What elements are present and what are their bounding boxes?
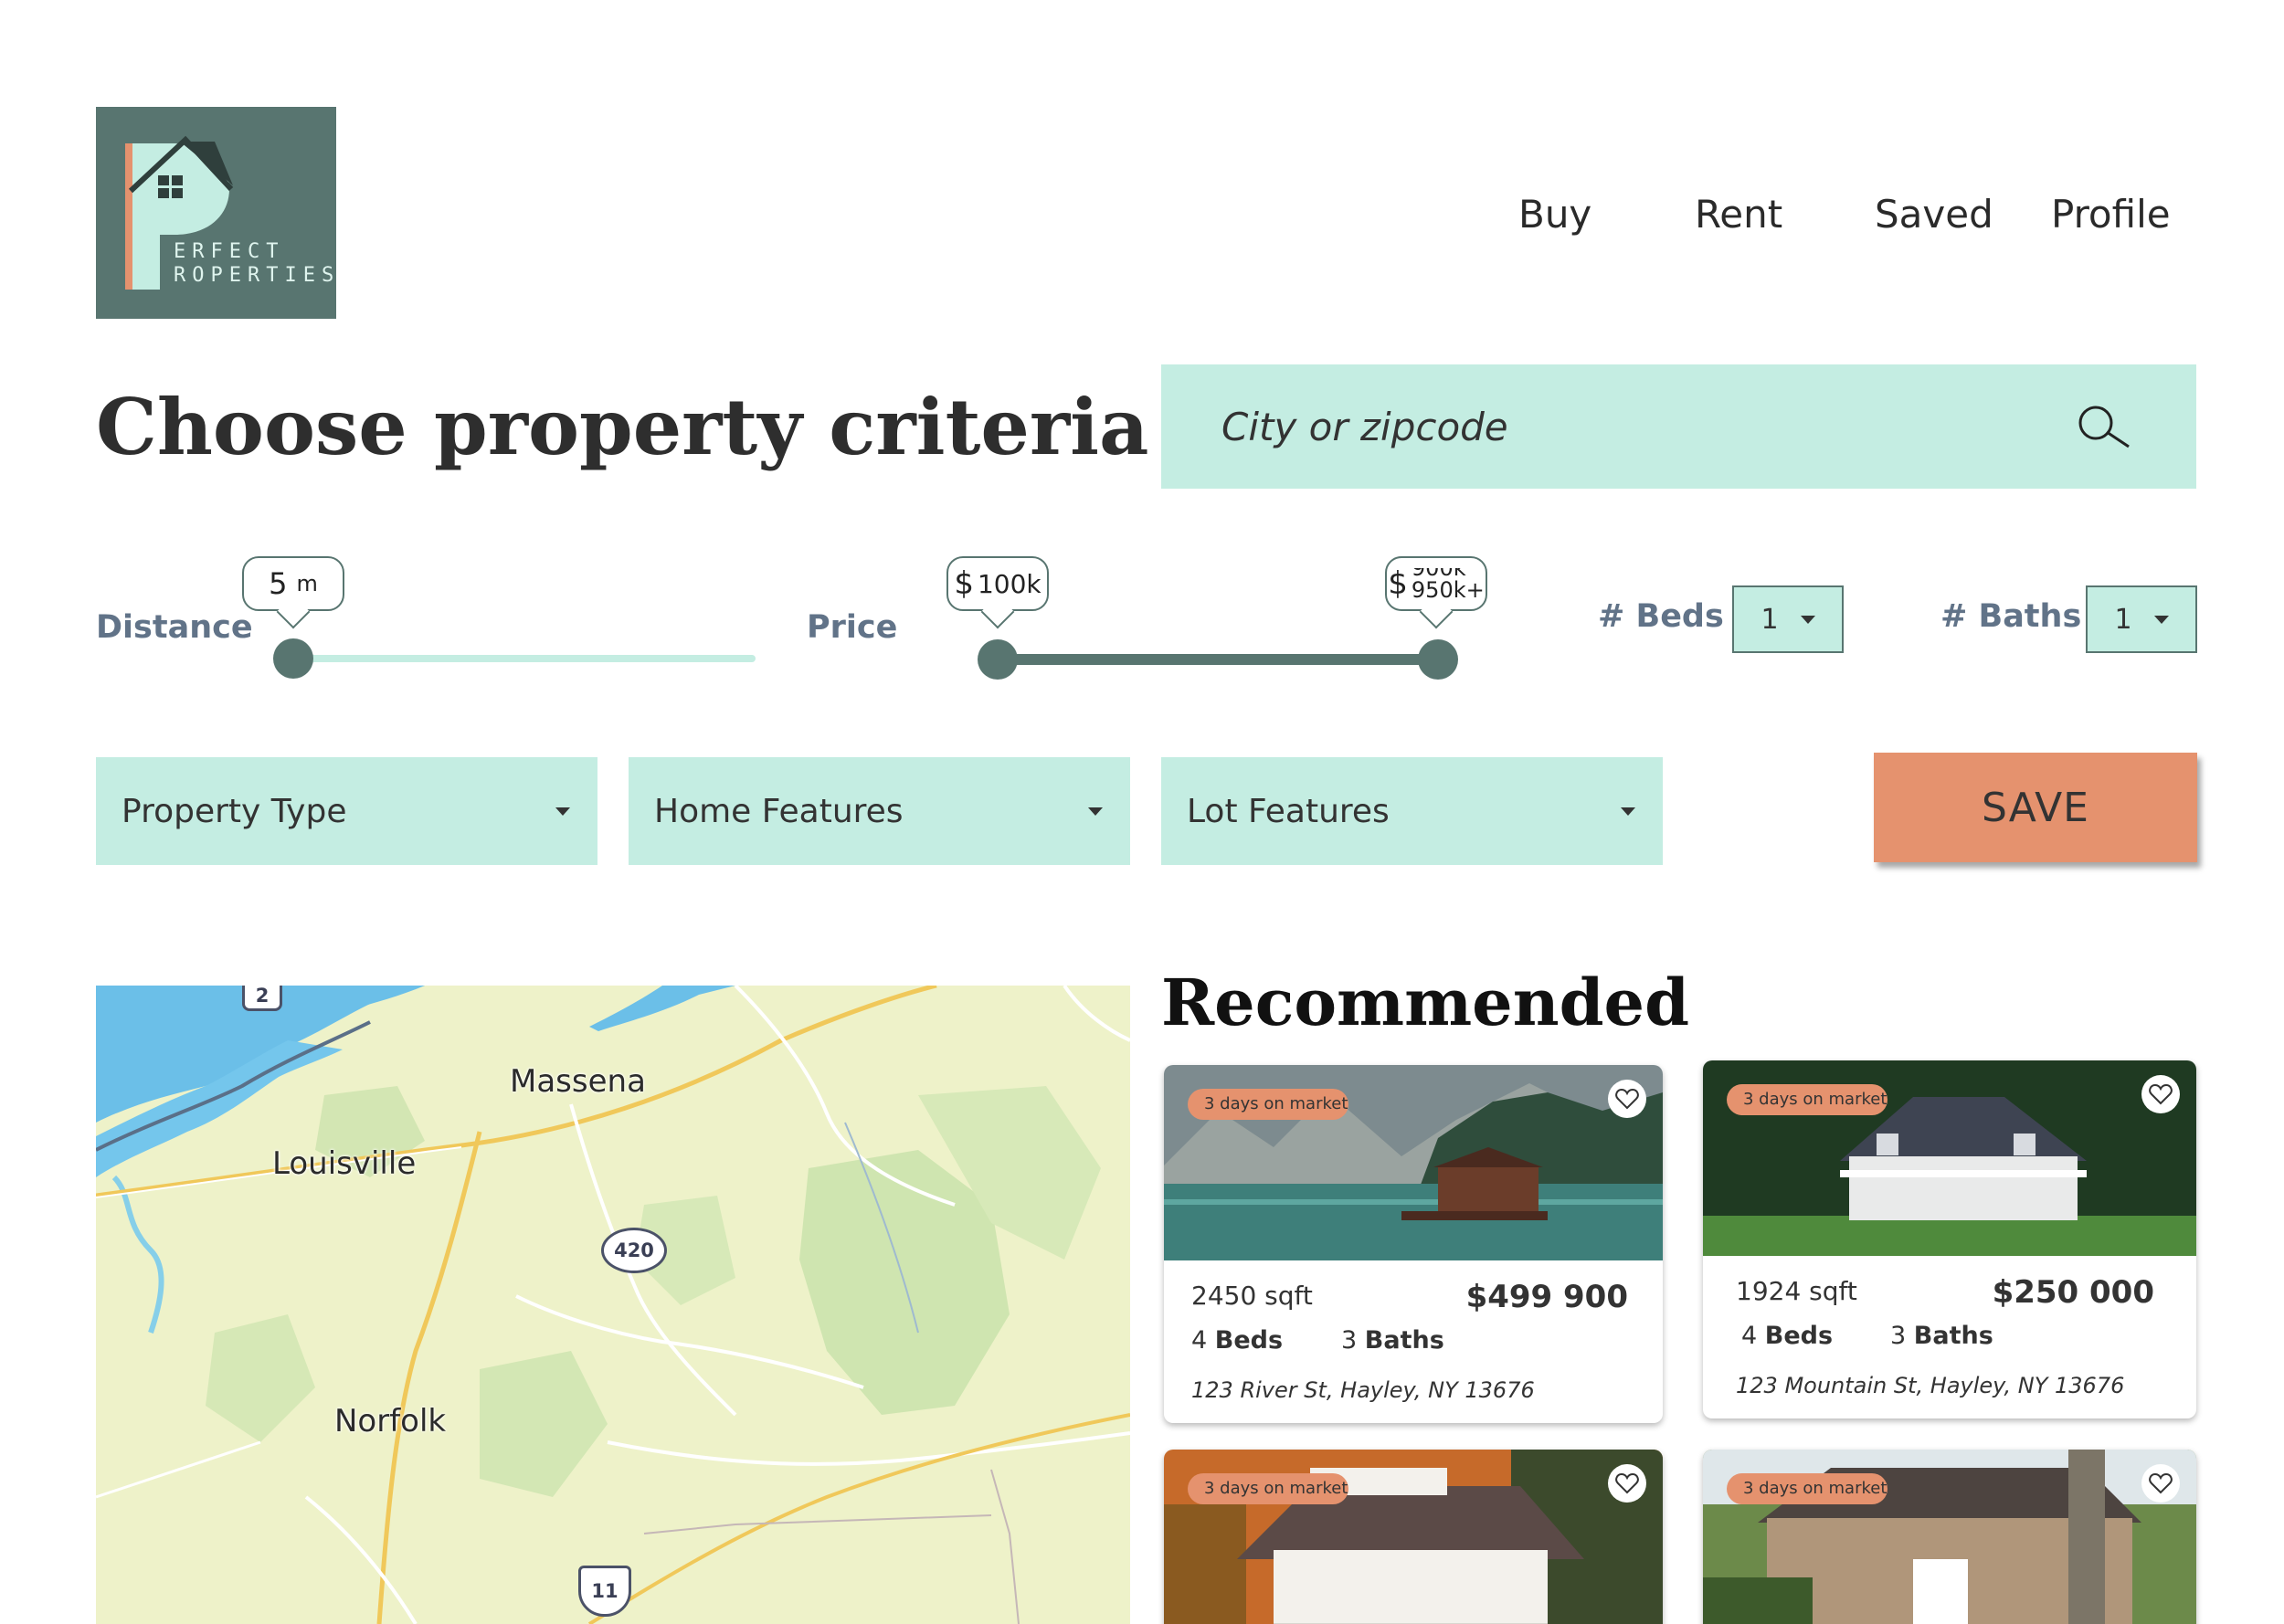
favorite-heart-icon[interactable] (1608, 1464, 1646, 1503)
chevron-down-icon (1088, 807, 1103, 816)
listing-sqft: 2450 sqft (1191, 1281, 1313, 1311)
recommended-title: Recommended (1161, 965, 1690, 1040)
home-features-label: Home Features (654, 792, 904, 830)
search-bar (1161, 364, 2196, 489)
lot-features-dropdown[interactable]: Lot Features (1161, 757, 1663, 865)
nav-buy[interactable]: Buy (1518, 192, 1591, 237)
price-slider-track[interactable] (998, 654, 1438, 665)
listing-price: $499 900 (1465, 1279, 1628, 1315)
home-features-dropdown[interactable]: Home Features (629, 757, 1130, 865)
listing-card[interactable]: 3 days on market (1164, 1450, 1663, 1624)
price-max-handle[interactable] (1418, 639, 1458, 680)
nav-rent[interactable]: Rent (1695, 192, 1782, 237)
route-shield-2: 2 (242, 986, 282, 1011)
listing-address: 123 Mountain St, Hayley, NY 13676 (1736, 1373, 2125, 1398)
route-shield-11: 11 (578, 1566, 631, 1617)
price-label: Price (807, 609, 898, 646)
price-max-values: 900k 950k+ (1412, 568, 1485, 599)
beds-count: 4 (1191, 1326, 1208, 1355)
listing-price: $250 000 (1992, 1274, 2154, 1311)
listing-card[interactable]: 3 days on market 2450 sqft $499 900 4 Be… (1164, 1065, 1663, 1423)
map-label-norfolk: Norfolk (334, 1403, 447, 1439)
search-icon[interactable] (2074, 403, 2131, 450)
baths-value: 1 (2114, 603, 2132, 636)
save-button[interactable]: SAVE (1874, 753, 2197, 862)
route-shield-420: 420 (601, 1228, 667, 1273)
distance-label: Distance (96, 609, 253, 646)
distance-value-tooltip: 5 m (242, 556, 344, 611)
baths-text: Baths (1913, 1322, 1993, 1350)
beds-text: Beds (1764, 1322, 1834, 1350)
beds-count: 4 (1741, 1322, 1758, 1350)
days-on-market-badge: 3 days on market (1727, 1084, 1887, 1115)
beds-select[interactable]: 1 (1732, 585, 1844, 653)
distance-value: 5 (269, 566, 288, 601)
chevron-down-icon (2153, 615, 2169, 624)
favorite-heart-icon[interactable] (1608, 1080, 1646, 1118)
price-max-currency: $ (1388, 565, 1408, 602)
house-logo-icon (125, 135, 234, 290)
days-on-market-badge: 3 days on market (1188, 1089, 1348, 1120)
nav-saved[interactable]: Saved (1875, 192, 1993, 237)
favorite-heart-icon[interactable] (2141, 1464, 2180, 1503)
page-title: Choose property criteria (96, 382, 1149, 472)
baths-select[interactable]: 1 (2086, 585, 2197, 653)
listing-address: 123 River St, Hayley, NY 13676 (1191, 1377, 1535, 1403)
listing-sqft: 1924 sqft (1736, 1276, 1857, 1306)
search-input[interactable] (1221, 364, 2044, 489)
logo-text-line1: ERFECT (174, 240, 285, 263)
listing-baths: 3 Baths (1890, 1322, 1993, 1350)
chevron-down-icon (1621, 807, 1635, 816)
price-max-tooltip: $ 900k 950k+ (1385, 556, 1487, 611)
brand-logo[interactable]: ERFECT ROPERTIES (96, 107, 336, 319)
distance-slider-handle[interactable] (273, 638, 313, 679)
property-type-dropdown[interactable]: Property Type (96, 757, 597, 865)
lot-features-label: Lot Features (1187, 792, 1390, 830)
listing-beds: 4 Beds (1191, 1326, 1283, 1355)
logo-text-line2: ROPERTIES (174, 264, 341, 287)
distance-unit: m (296, 571, 318, 596)
property-type-label: Property Type (122, 792, 347, 830)
nav-profile[interactable]: Profile (2051, 192, 2171, 237)
listing-card[interactable]: 3 days on market (1703, 1450, 2196, 1624)
baths-count: 3 (1890, 1322, 1907, 1350)
listing-baths: 3 Baths (1341, 1326, 1444, 1355)
beds-label: # Beds (1598, 598, 1724, 635)
distance-slider-track[interactable] (293, 655, 756, 662)
beds-value: 1 (1761, 603, 1779, 636)
price-min-tooltip: $ 100k (946, 556, 1049, 611)
chevron-down-icon (1800, 615, 1815, 624)
price-min-value: 100k (977, 568, 1042, 599)
map-label-louisville: Louisville (272, 1145, 417, 1182)
beds-text: Beds (1214, 1326, 1284, 1355)
price-min-handle[interactable] (978, 639, 1018, 680)
map-label-massena: Massena (510, 1063, 646, 1100)
days-on-market-badge: 3 days on market (1188, 1473, 1348, 1504)
baths-count: 3 (1341, 1326, 1358, 1355)
price-max-value: 950k+ (1411, 577, 1485, 599)
listing-beds: 4 Beds (1741, 1322, 1833, 1350)
price-min-currency: $ (954, 565, 974, 602)
listing-card[interactable]: 3 days on market 1924 sqft $250 000 4 Be… (1703, 1060, 2196, 1418)
chevron-down-icon (555, 807, 570, 816)
map-view[interactable]: Massena Louisville Norfolk 2 420 11 (96, 986, 1130, 1624)
baths-text: Baths (1364, 1326, 1444, 1355)
favorite-heart-icon[interactable] (2141, 1075, 2180, 1113)
baths-label: # Baths (1940, 598, 2082, 635)
days-on-market-badge: 3 days on market (1727, 1473, 1887, 1504)
